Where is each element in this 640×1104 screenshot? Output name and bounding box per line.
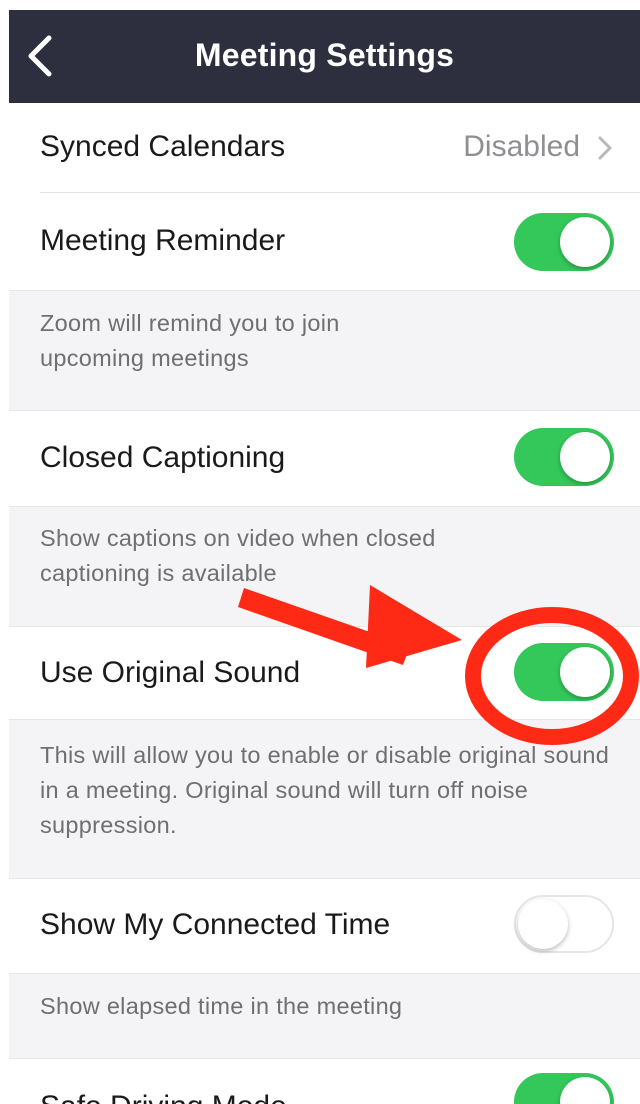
original-sound-description: This will allow you to enable or disable… — [40, 742, 610, 838]
closed-captioning-description-section: Show captions on video when closed capti… — [9, 506, 640, 627]
original-sound-description-section: This will allow you to enable or disable… — [9, 719, 640, 879]
closed-captioning-row: Closed Captioning — [9, 411, 640, 506]
closed-captioning-toggle[interactable] — [514, 428, 614, 486]
chevron-right-icon — [598, 136, 612, 160]
toggle-knob — [560, 432, 610, 482]
page-title: Meeting Settings — [194, 37, 455, 73]
toggle-knob — [560, 217, 610, 267]
navigation-bar: Meeting Settings — [9, 10, 640, 103]
synced-calendars-value: Disabled — [463, 130, 580, 163]
meeting-settings-screen: Meeting Settings Synced Calendars Disabl… — [9, 10, 640, 1104]
synced-calendars-row[interactable]: Synced Calendars Disabled — [9, 103, 640, 193]
safe-driving-label: Safe Driving Mode — [40, 1090, 287, 1104]
meeting-reminder-toggle[interactable] — [514, 213, 614, 271]
toggle-knob — [518, 899, 568, 949]
safe-driving-toggle[interactable] — [514, 1073, 614, 1104]
safe-driving-row: Safe Driving Mode — [9, 1059, 640, 1104]
meeting-reminder-description-section: Zoom will remind you to join upcoming me… — [9, 290, 640, 411]
toggle-knob — [560, 647, 610, 697]
meeting-reminder-label: Meeting Reminder — [40, 224, 286, 257]
original-sound-row: Use Original Sound — [9, 627, 640, 719]
connected-time-toggle[interactable] — [514, 895, 614, 953]
connected-time-label: Show My Connected Time — [40, 908, 391, 941]
meeting-reminder-description: Zoom will remind you to join upcoming me… — [40, 310, 340, 371]
closed-captioning-description: Show captions on video when closed capti… — [40, 525, 436, 586]
toggle-knob — [560, 1077, 610, 1104]
original-sound-toggle[interactable] — [514, 643, 614, 701]
connected-time-row: Show My Connected Time — [9, 879, 640, 973]
synced-calendars-label: Synced Calendars — [40, 130, 286, 163]
original-sound-label: Use Original Sound — [40, 656, 301, 689]
closed-captioning-label: Closed Captioning — [40, 441, 286, 474]
meeting-reminder-row: Meeting Reminder — [9, 193, 640, 290]
connected-time-description-section: Show elapsed time in the meeting — [9, 973, 640, 1059]
connected-time-description: Show elapsed time in the meeting — [40, 993, 403, 1019]
